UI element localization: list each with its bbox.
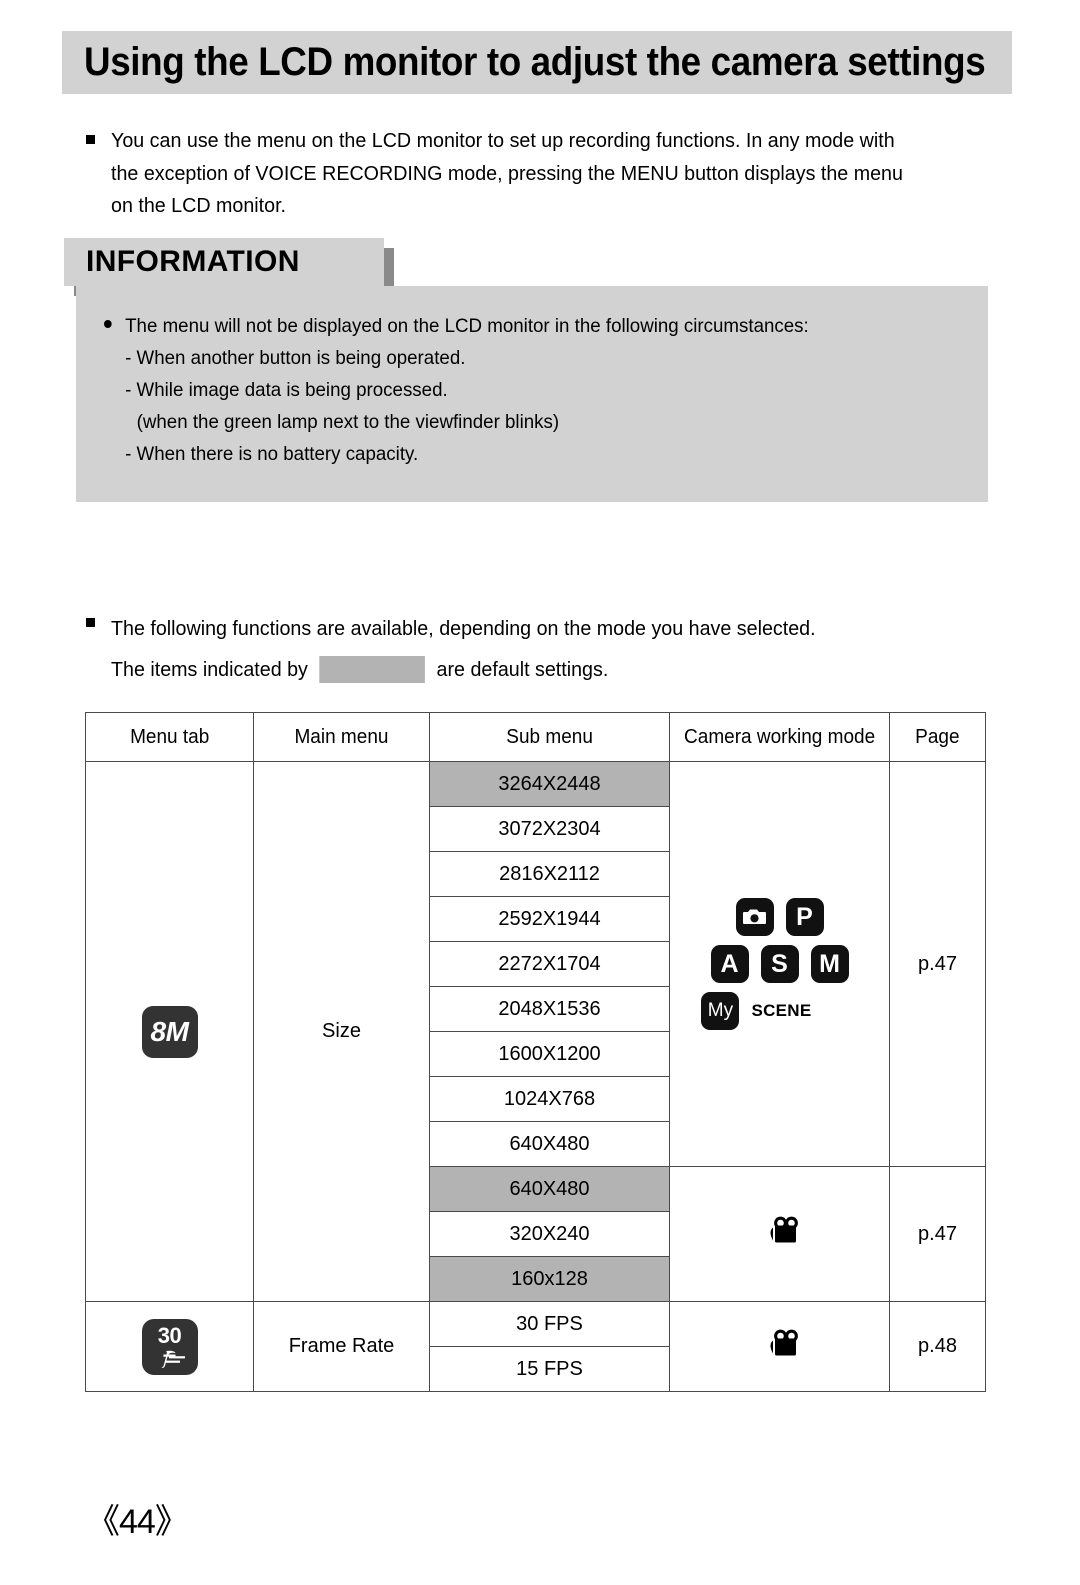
information-list: The menu will not be displayed on the LC… <box>104 310 984 470</box>
sub-menu-cell: 3264X2448 <box>429 761 670 807</box>
header-camera-working-mode: Camera working mode <box>669 712 890 762</box>
default-setting-swatch <box>319 656 426 683</box>
information-item-4: - When there is no battery capacity. <box>125 443 419 465</box>
intro-line-1: You can use the menu on the LCD monitor … <box>111 129 895 152</box>
mode-p-icon: P <box>785 898 824 936</box>
speed-f-glyph <box>160 1350 185 1368</box>
sub-menu-cell: 2048X1536 <box>429 986 670 1032</box>
movie-camera-glyph <box>770 1329 798 1355</box>
default-legend-suffix: are default settings. <box>436 658 609 681</box>
main-menu-cell-size: Size <box>253 761 430 1302</box>
page-title: Using the LCD monitor to adjust the came… <box>84 40 986 84</box>
header-sub-menu: Sub menu <box>429 712 670 762</box>
information-item-2: - While image data is being processed. <box>125 379 448 401</box>
sub-menu-cell: 160x128 <box>429 1256 670 1302</box>
header-main-menu: Main menu <box>253 712 430 762</box>
default-setting-legend: The items indicated by are default setti… <box>111 649 816 690</box>
camera-icon <box>735 898 774 936</box>
movie-camera-glyph <box>770 1216 798 1243</box>
movie-camera-icon <box>758 1216 802 1253</box>
8m-icon: 8M <box>141 1005 198 1058</box>
default-legend-prefix: The items indicated by <box>111 658 308 681</box>
camera-settings-table: Menu tab Main menu Sub menu Camera worki… <box>85 712 986 1392</box>
sub-menu-cell: 640X480 <box>429 1121 670 1167</box>
sub-menu-cell: 640X480 <box>429 1166 670 1212</box>
camera-glyph <box>742 909 766 924</box>
header-page: Page <box>889 712 986 762</box>
mode-s-icon: S <box>760 945 799 983</box>
information-heading: INFORMATION <box>86 245 300 278</box>
mode-a-icon: A <box>710 945 749 983</box>
sub-menu-cell: 30 FPS <box>429 1301 670 1347</box>
table-row: 8M Size 3264X2448 P A S M My SCENE p.47 <box>85 761 986 1302</box>
page-cell-frame-rate: p.48 <box>889 1301 986 1392</box>
main-menu-cell-frame-rate: Frame Rate <box>253 1301 430 1392</box>
menu-tab-cell-frame-rate: 30 <box>85 1301 254 1392</box>
square-bullet-icon <box>86 135 95 144</box>
information-tab: INFORMATION <box>64 238 384 286</box>
menu-tab-cell-8m: 8M <box>85 761 254 1302</box>
page-number: 《44》 <box>86 1503 189 1541</box>
table-header-row: Menu tab Main menu Sub menu Camera worki… <box>85 712 986 762</box>
sub-menu-cell: 1600X1200 <box>429 1031 670 1077</box>
movie-camera-icon <box>758 1329 802 1366</box>
intro-text: You can use the menu on the LCD monitor … <box>111 125 951 223</box>
mode-my-icon: My <box>701 992 740 1030</box>
camera-working-mode-cell-movie-fps <box>669 1301 890 1392</box>
header-menu-tab: Menu tab <box>85 712 254 762</box>
square-bullet-icon <box>86 618 95 627</box>
mode-m-icon: M <box>810 945 849 983</box>
intro-paragraph: You can use the menu on the LCD monitor … <box>86 125 986 223</box>
sub-menu-cell: 2272X1704 <box>429 941 670 987</box>
sub-menu-cell: 320X240 <box>429 1211 670 1257</box>
mode-scene-label: SCENE <box>751 1001 812 1020</box>
frame-rate-icon-number: 30 <box>157 1323 182 1348</box>
camera-working-mode-cell-still: P A S M My SCENE <box>669 761 890 1167</box>
information-item-1: - When another button is being operated. <box>125 347 466 369</box>
mode-row-3: My SCENE <box>701 992 811 1030</box>
dot-bullet-icon <box>104 320 112 328</box>
frame-rate-icon: 30 <box>141 1318 198 1375</box>
information-lead-text: The menu will not be displayed on the LC… <box>125 315 809 337</box>
mode-icon-grid: P A S M My SCENE <box>670 892 889 1036</box>
sub-menu-cell: 2592X1944 <box>429 896 670 942</box>
page-cell-movie-size: p.47 <box>889 1166 986 1302</box>
camera-working-mode-cell-movie <box>669 1166 890 1302</box>
table-row: 30 Frame Rate 30 FPS p.48 <box>85 1301 986 1392</box>
information-item-3: (when the green lamp next to the viewfin… <box>136 411 560 433</box>
sub-menu-cell: 15 FPS <box>429 1346 670 1392</box>
page-cell-still-size: p.47 <box>889 761 986 1167</box>
mode-row-1: P <box>735 898 824 936</box>
sub-menu-cell: 1024X768 <box>429 1076 670 1122</box>
availability-note-text: The following functions are available, d… <box>111 608 816 690</box>
mode-row-2: A S M <box>710 945 849 983</box>
intro-line-3: on the LCD monitor. <box>111 194 287 217</box>
sub-menu-cell: 2816X2112 <box>429 851 670 897</box>
availability-note-line-1: The following functions are available, d… <box>111 617 816 640</box>
page-title-banner: Using the LCD monitor to adjust the came… <box>62 31 1012 94</box>
availability-note: The following functions are available, d… <box>86 608 986 690</box>
sub-menu-cell: 3072X2304 <box>429 806 670 852</box>
information-lead-row: The menu will not be displayed on the LC… <box>104 310 949 342</box>
intro-line-2: the exception of VOICE RECORDING mode, p… <box>111 161 903 185</box>
